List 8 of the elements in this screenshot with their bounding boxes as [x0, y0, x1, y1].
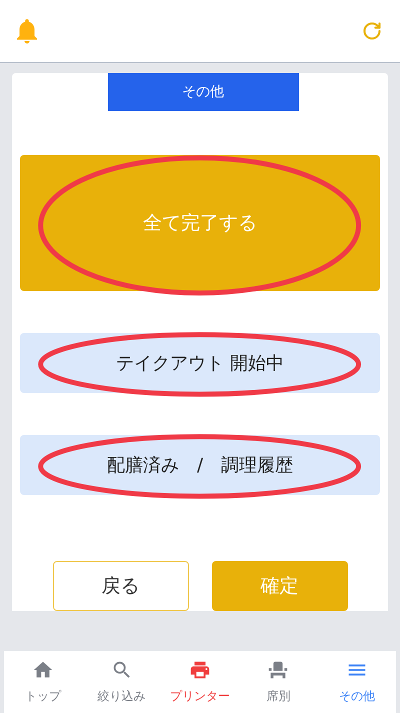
refresh-icon[interactable]: [362, 21, 382, 41]
section-title: その他: [108, 73, 298, 111]
nav-tab[interactable]: その他: [318, 651, 396, 713]
nav-tab[interactable]: トップ: [4, 651, 82, 713]
nav-tab[interactable]: 絞り込み: [82, 651, 161, 713]
nav-tab[interactable]: プリンター: [160, 651, 240, 713]
nav-tab[interactable]: 席別: [239, 651, 318, 713]
back-button[interactable]: 戻る: [52, 561, 188, 611]
